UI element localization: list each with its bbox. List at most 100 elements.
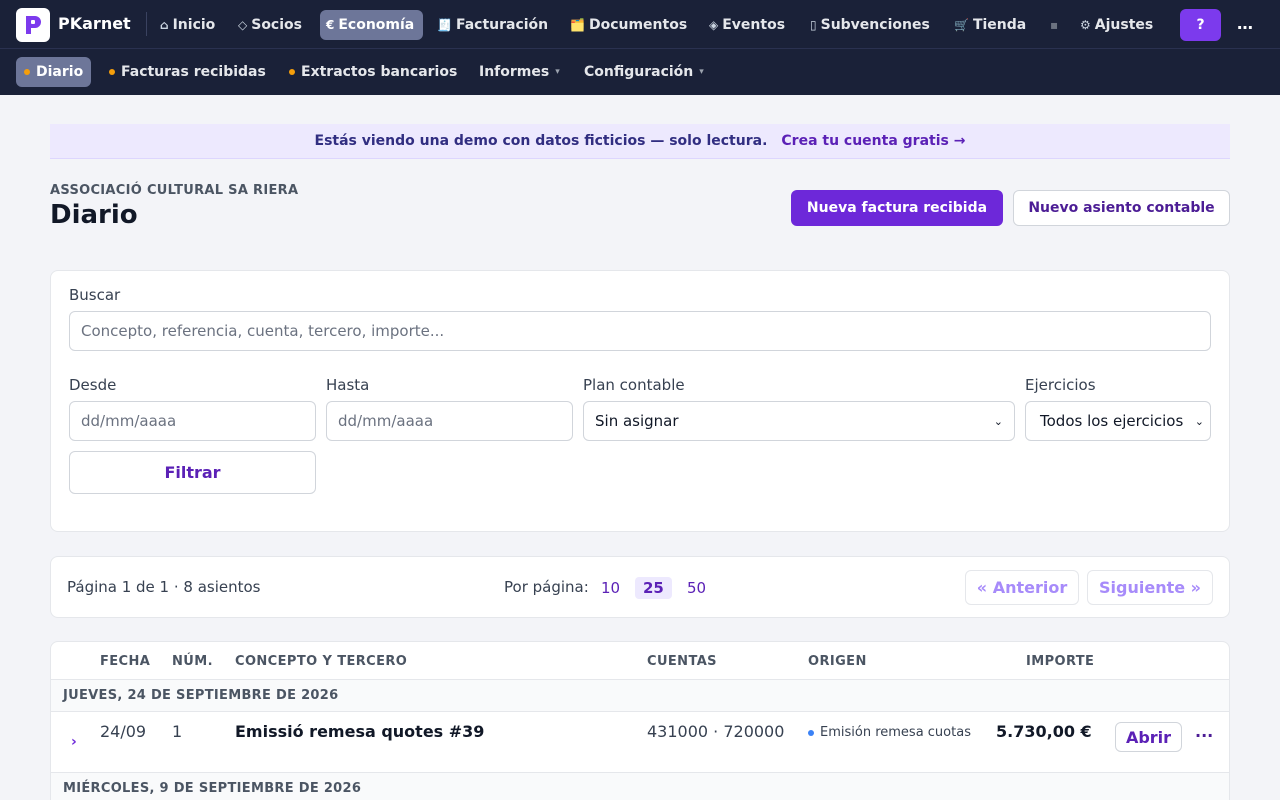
nav-item-ajustes[interactable]: ⚙ Ajustes: [1074, 10, 1159, 40]
nav-item-documentos[interactable]: 🗂️ Documentos: [564, 10, 693, 40]
nav-item-socios[interactable]: ◇ Socios: [232, 10, 308, 40]
status-dot-icon: [24, 69, 30, 75]
nav-item-label: Economía: [338, 17, 415, 33]
folder-icon: 🗂️: [570, 18, 585, 32]
years-select-value: Todos los ejercicios: [1040, 412, 1184, 430]
column-header[interactable]: IMPORTE: [1026, 654, 1094, 669]
open-entry-button[interactable]: Abrir: [1115, 722, 1182, 752]
top-navbar: PKarnet ⌂ Inicio ◇ Socios € Economía 🧾 F…: [0, 0, 1280, 48]
nav-item-tienda[interactable]: 🛒 Tienda: [948, 10, 1032, 40]
chevron-down-icon: ▾: [699, 67, 704, 77]
nav-item-facturacion[interactable]: 🧾 Facturación: [431, 10, 554, 40]
from-date-input[interactable]: dd/mm/aaaa: [69, 401, 316, 441]
receipt-icon: 🧾: [437, 18, 452, 32]
years-label: Ejercicios: [1025, 376, 1096, 394]
home-icon: ⌂: [160, 18, 169, 32]
brand-name[interactable]: PKarnet: [58, 14, 131, 33]
organization-name: ASSOCIACIÓ CULTURAL SA RIERA: [50, 183, 299, 198]
date-group-header: JUEVES, 24 DE SEPTIEMBRE DE 2026: [51, 680, 1229, 712]
entry-origin: Emisión remesa cuotas: [808, 725, 971, 740]
sub-navbar: Diario Facturas recibidas Extractos banc…: [0, 48, 1280, 95]
filter-button[interactable]: Filtrar: [69, 451, 316, 494]
help-button[interactable]: ?: [1180, 9, 1221, 41]
chevron-down-icon: ▾: [555, 67, 560, 77]
page-title: Diario: [50, 200, 138, 230]
euro-icon: €: [326, 18, 335, 32]
nav-item-eventos[interactable]: ◈ Eventos: [703, 10, 791, 40]
plan-label: Plan contable: [583, 376, 685, 394]
cart-icon: 🛒: [954, 18, 969, 32]
nav-item-label: Eventos: [722, 17, 786, 33]
per-page-label: Por página:: [504, 578, 589, 596]
nav-item-inicio[interactable]: ⌂ Inicio: [154, 10, 221, 40]
search-label: Buscar: [69, 286, 121, 304]
plan-select[interactable]: Sin asignar ⌄: [583, 401, 1015, 441]
truncated-icon: ▪: [1050, 18, 1059, 32]
entry-origin-label: Emisión remesa cuotas: [820, 725, 971, 740]
date-group-header: MIÉRCOLES, 9 DE SEPTIEMBRE DE 2026: [51, 772, 1229, 800]
subnav-label: Informes: [479, 64, 550, 80]
origin-dot-icon: [808, 729, 814, 736]
create-account-link[interactable]: Crea tu cuenta gratis →: [781, 133, 965, 149]
nav-item-label: Socios: [251, 17, 302, 33]
status-dot-icon: [109, 69, 115, 75]
previous-page-button[interactable]: « Anterior: [965, 570, 1079, 605]
nav-item-label: Subvenciones: [820, 17, 930, 33]
subnav-label: Configuración: [584, 64, 694, 80]
nav-item-label: Documentos: [588, 17, 688, 33]
grant-icon: ▯: [810, 18, 817, 32]
nav-item-label: Inicio: [172, 17, 216, 33]
entry-amount: 5.730,00 €: [996, 722, 1092, 741]
new-journal-entry-button[interactable]: Nuevo asiento contable: [1013, 190, 1230, 226]
column-header[interactable]: FECHA: [100, 654, 150, 669]
per-page-option[interactable]: 50: [679, 577, 714, 599]
column-header[interactable]: NÚM.: [172, 654, 213, 669]
journal-table: FECHA NÚM. CONCEPTO Y TERCERO CUENTAS OR…: [50, 641, 1230, 800]
plan-select-value: Sin asignar: [595, 412, 679, 430]
banner-text: Estás viendo una demo con datos ficticio…: [314, 133, 768, 149]
entry-number: 1: [172, 722, 183, 741]
subnav-configuracion[interactable]: Configuración ▾: [576, 57, 712, 87]
nav-divider: [146, 12, 147, 36]
chevron-right-icon[interactable]: ›: [71, 734, 77, 750]
to-label: Hasta: [326, 376, 370, 394]
subnav-informes[interactable]: Informes ▾: [471, 57, 568, 87]
years-select[interactable]: Todos los ejercicios ⌄: [1025, 401, 1211, 441]
pagination-info: Página 1 de 1 · 8 asientos: [67, 578, 261, 596]
subnav-facturas-recibidas[interactable]: Facturas recibidas: [101, 57, 274, 87]
column-header[interactable]: CUENTAS: [647, 654, 717, 669]
nav-item-subvenciones[interactable]: ▯ Subvenciones: [804, 10, 936, 40]
events-icon: ◈: [709, 18, 719, 32]
row-actions-icon[interactable]: ···: [1195, 726, 1213, 745]
nav-item-label: Facturación: [455, 17, 549, 33]
nav-item-economia[interactable]: € Economía: [320, 10, 423, 40]
app-logo[interactable]: [16, 8, 50, 42]
to-date-input[interactable]: dd/mm/aaaa: [326, 401, 573, 441]
per-page-option-selected[interactable]: 25: [635, 577, 672, 599]
nav-item-label: Tienda: [972, 17, 1027, 33]
subnav-diario[interactable]: Diario: [16, 57, 92, 87]
entry-concept: Emissió remesa quotes #39: [235, 722, 485, 741]
entry-accounts: 431000 · 720000: [647, 722, 785, 741]
subnav-label: Extractos bancarios: [301, 64, 458, 80]
column-header[interactable]: CONCEPTO Y TERCERO: [235, 654, 407, 669]
next-page-button[interactable]: Siguiente »: [1087, 570, 1213, 605]
from-label: Desde: [69, 376, 117, 394]
subnav-label: Diario: [36, 64, 84, 80]
subnav-label: Facturas recibidas: [121, 64, 266, 80]
entry-date: 24/09: [100, 722, 147, 741]
new-received-invoice-button[interactable]: Nueva factura recibida: [791, 190, 1003, 226]
gear-icon: ⚙: [1080, 18, 1091, 32]
demo-banner: Estás viendo una demo con datos ficticio…: [50, 124, 1230, 159]
chevron-down-icon: ⌄: [1194, 414, 1204, 428]
members-icon: ◇: [238, 18, 248, 32]
status-dot-icon: [289, 69, 295, 75]
nav-item-overflow[interactable]: ▪: [1044, 10, 1064, 40]
column-header[interactable]: ORIGEN: [808, 654, 867, 669]
more-menu-icon[interactable]: …: [1237, 14, 1253, 33]
per-page-option[interactable]: 10: [593, 577, 628, 599]
subnav-extractos-bancarios[interactable]: Extractos bancarios: [281, 57, 465, 87]
nav-item-label: Ajustes: [1094, 17, 1154, 33]
search-input[interactable]: Concepto, referencia, cuenta, tercero, i…: [69, 311, 1211, 351]
chevron-down-icon: ⌄: [993, 414, 1003, 428]
